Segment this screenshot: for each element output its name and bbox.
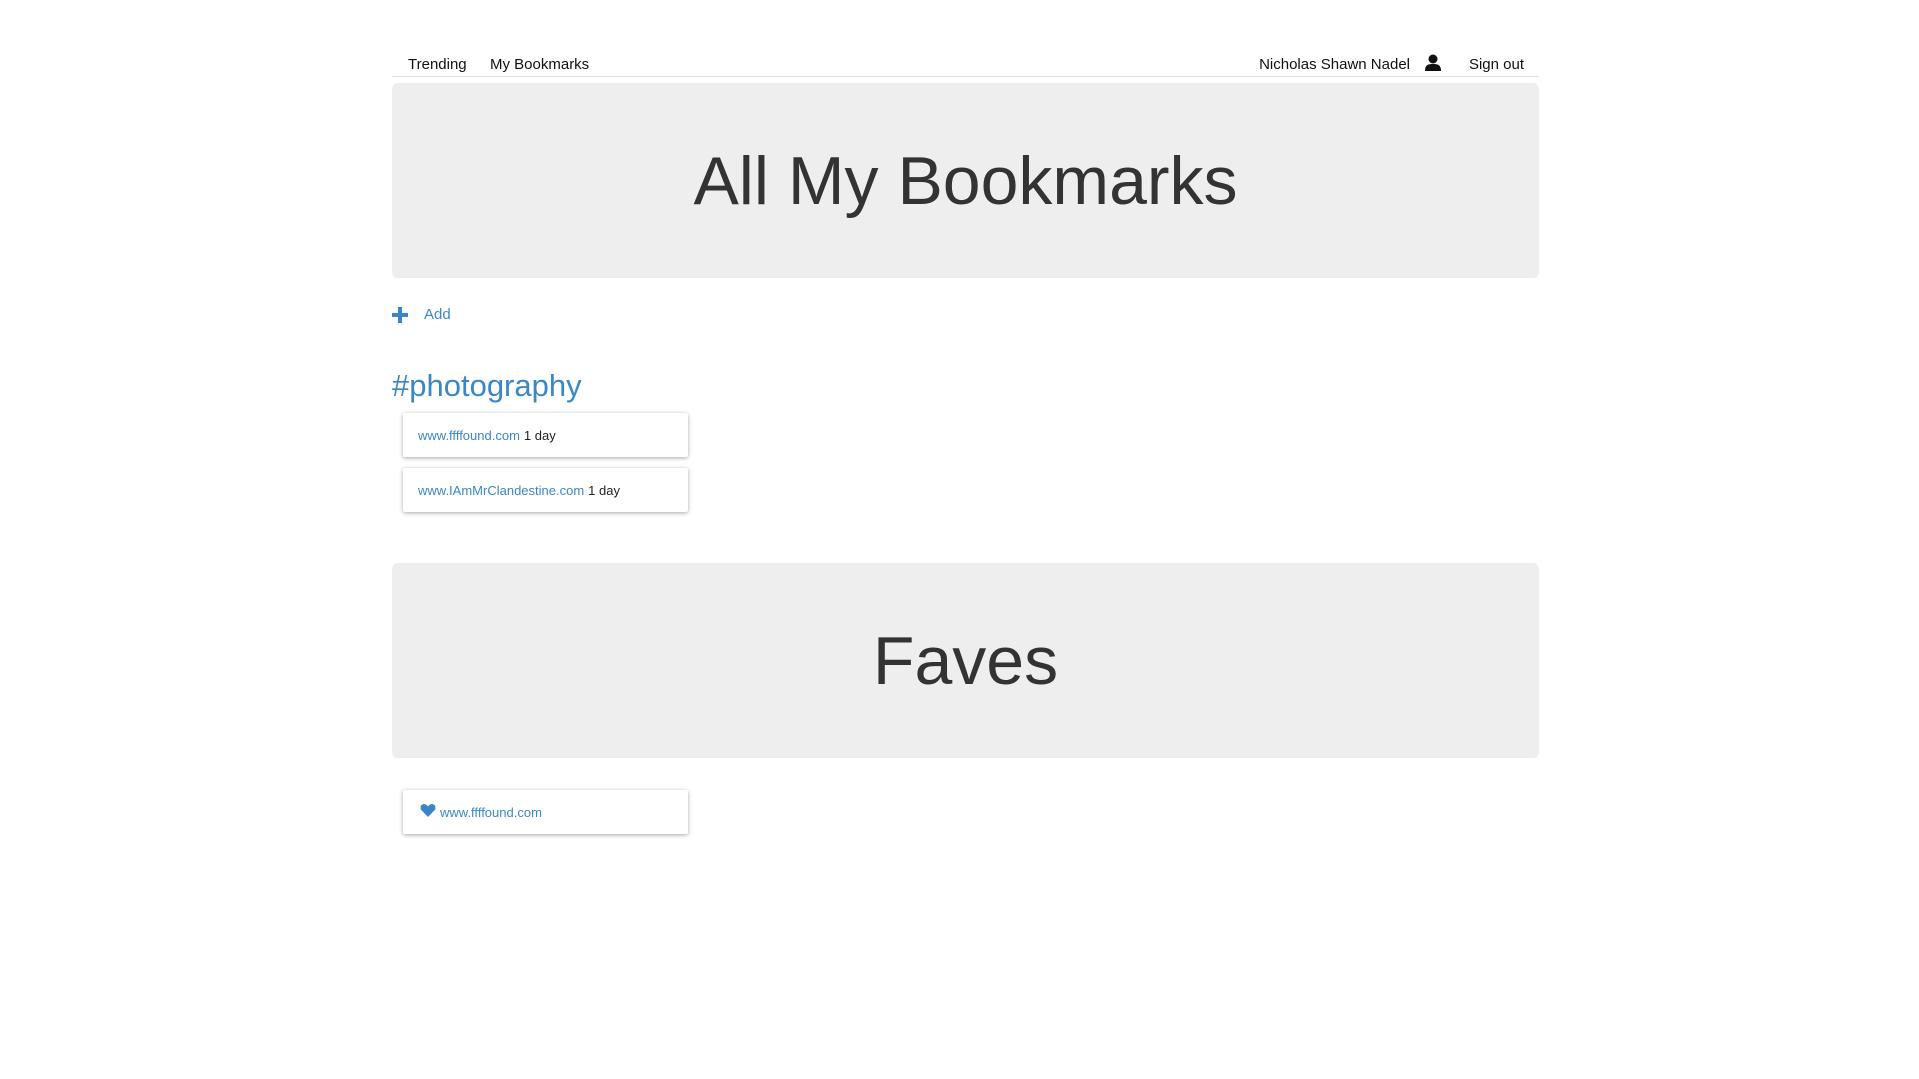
plus-icon <box>392 306 408 323</box>
tag-heading-photography[interactable]: #photography <box>392 366 582 406</box>
bookmark-card: www.ffffound.com 1 day <box>403 413 688 457</box>
bookmark-link[interactable]: www.IAmMrClandestine.com <box>418 483 584 498</box>
fave-card: www.ffffound.com <box>403 790 688 834</box>
faves-jumbotron: Faves <box>392 563 1539 758</box>
user-icon[interactable] <box>1425 54 1441 72</box>
nav-user-name-link[interactable]: Nicholas Shawn Nadel <box>1259 56 1410 74</box>
faves-title: Faves <box>872 622 1059 699</box>
add-bookmark-label: Add <box>424 306 451 323</box>
bookmark-card: www.IAmMrClandestine.com 1 day <box>403 468 688 512</box>
bookmark-age: 1 day <box>523 427 556 443</box>
bookmark-link[interactable]: www.ffffound.com <box>418 428 520 443</box>
nav-my-bookmarks-link[interactable]: My Bookmarks <box>490 56 589 74</box>
sign-out-link[interactable]: Sign out <box>1469 56 1524 74</box>
bookmarks-jumbotron: All My Bookmarks <box>392 83 1539 278</box>
nav-trending-link[interactable]: Trending <box>408 56 467 74</box>
add-bookmark-button[interactable]: Add <box>392 306 451 323</box>
fave-link[interactable]: www.ffffound.com <box>440 805 542 820</box>
bookmark-age: 1 day <box>588 482 620 498</box>
page-title: All My Bookmarks <box>693 142 1238 219</box>
tag-heading-label: #photography <box>392 368 582 403</box>
heart-icon[interactable] <box>420 802 436 818</box>
top-navbar: Trending My Bookmarks Nicholas Shawn Nad… <box>392 50 1539 77</box>
